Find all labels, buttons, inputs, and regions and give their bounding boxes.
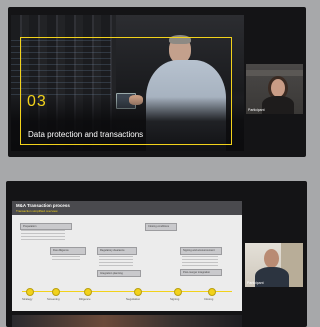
diagram-text-1 <box>21 230 65 242</box>
diagram-box-2-label: Due diligence <box>53 249 69 252</box>
top-meeting-window: 03 Data protection and transactions Part… <box>8 7 306 157</box>
top-slide: 03 Data protection and transactions <box>11 15 244 151</box>
participant-name-bottom: Participant <box>247 281 264 285</box>
diagram-box-2: Due diligence <box>50 247 86 255</box>
timeline-label-3: Diligence <box>79 297 91 301</box>
presenter-strip <box>12 315 242 327</box>
diagram-text-6 <box>182 256 218 266</box>
participant-video-top[interactable]: Participant <box>246 64 303 114</box>
diagram-box-5-label: Closing conditions <box>148 225 170 228</box>
diagram-box-7: Post-merger integration <box>180 269 222 276</box>
timeline-dot-5 <box>174 288 182 296</box>
diagram-box-4-label: Integration planning <box>100 272 123 275</box>
room-shelf <box>246 70 303 76</box>
timeline-label-6: Closing <box>204 297 214 301</box>
timeline-dot-1 <box>26 288 34 296</box>
diagram-box-4: Integration planning <box>97 270 141 277</box>
timeline-label-5: Signing <box>170 297 180 301</box>
timeline-dot-6 <box>208 288 216 296</box>
diagram-box-3-label: Regulatory clearance <box>100 249 125 252</box>
diagram-text-3 <box>99 256 133 268</box>
bottom-slide: M&A Transaction process Transaction simp… <box>12 201 242 311</box>
slide-caption: Data protection and transactions <box>28 130 144 139</box>
participant-name-top: Participant <box>248 108 265 112</box>
diagram-box-6: Signing and announcement <box>180 247 222 255</box>
timeline-label-1: Strategy <box>22 297 33 301</box>
timeline-dot-4 <box>134 288 142 296</box>
timeline-dot-2 <box>52 288 60 296</box>
slide-title: M&A Transaction process <box>16 203 70 208</box>
diagram-text-2 <box>52 256 80 262</box>
slide-number: 03 <box>27 93 47 110</box>
timeline-label-2: Screening <box>47 297 60 301</box>
participant-face-top <box>271 79 285 97</box>
diagram-box-3: Regulatory clearance <box>97 247 137 255</box>
bottom-meeting-window: M&A Transaction process Transaction simp… <box>6 181 307 327</box>
timeline-dot-3 <box>84 288 92 296</box>
diagram-box-5: Closing conditions <box>145 223 177 231</box>
diagram-box-6-label: Signing and announcement <box>183 249 215 252</box>
diagram-box-1: Preparation <box>20 223 72 230</box>
screenshot-root: { "meeting_top": { "slide": { "number": … <box>0 0 314 327</box>
diagram-box-1-label: Preparation <box>23 225 37 228</box>
participant-video-bottom[interactable]: Participant <box>245 243 303 287</box>
yellow-frame <box>20 37 232 145</box>
participant-face-bottom <box>264 249 279 268</box>
slide-subtitle: Transaction simplified overview <box>16 209 58 213</box>
diagram-box-7-label: Post-merger integration <box>183 271 211 274</box>
timeline-label-4: Negotiation <box>126 297 141 301</box>
